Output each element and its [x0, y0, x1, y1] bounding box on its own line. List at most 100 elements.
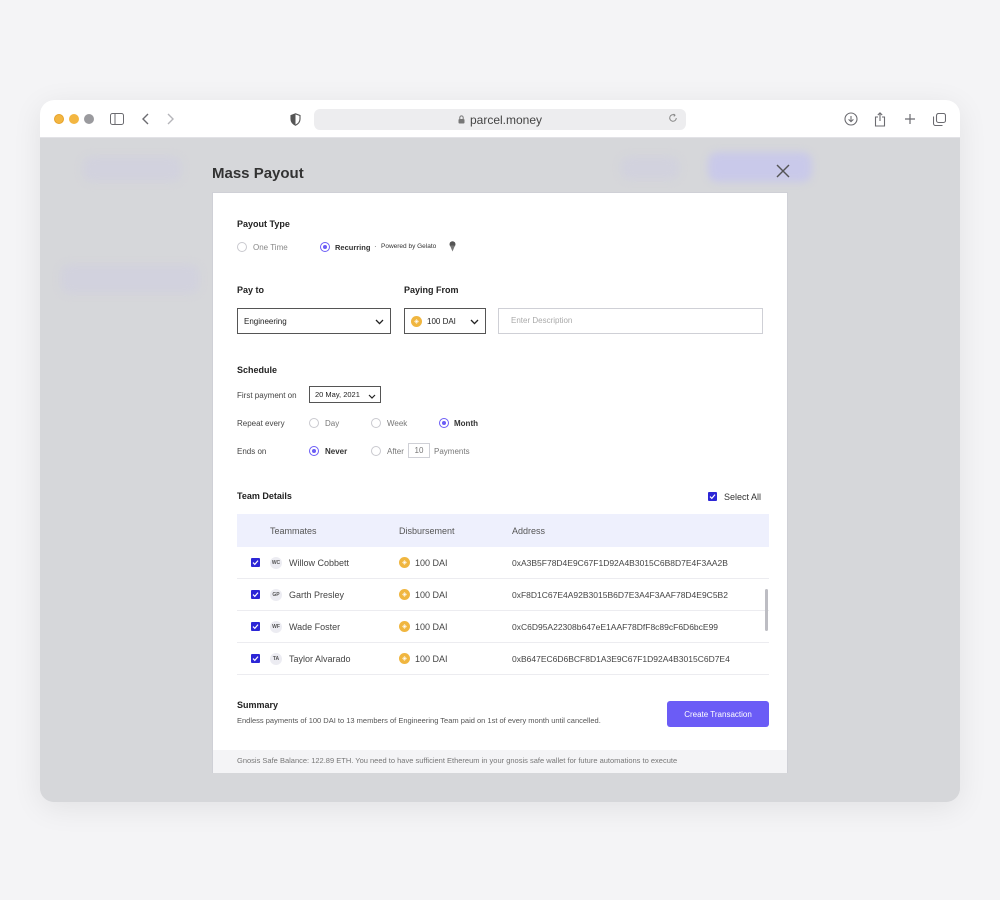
repeat-month-label: Month	[454, 419, 478, 428]
gelato-icon	[449, 241, 456, 254]
mass-payout-modal: Payout Type One Time Recurring · Powered…	[212, 192, 788, 773]
chevron-down-icon	[368, 392, 376, 401]
browser-window: parcel.money Mass Payout Payout Type One…	[40, 100, 960, 802]
payout-type-label: Payout Type	[237, 219, 290, 229]
column-header-teammates: Teammates	[270, 526, 317, 536]
repeat-day-radio[interactable]	[309, 418, 319, 428]
repeat-week-label: Week	[387, 419, 408, 428]
paying-from-select[interactable]: ◈ 100 DAI	[404, 308, 486, 334]
ends-payments-label: Payments	[434, 447, 470, 456]
table-row[interactable]: TA Taylor Alvarado ◈ 100 DAI 0xB647EC6D6…	[237, 643, 769, 675]
wallet-address: 0xC6D95A22308b647eE1AAF78DfF8c89cF6D6bcE…	[512, 622, 719, 632]
pay-to-value: Engineering	[244, 316, 287, 326]
first-payment-date-value: 20 May, 2021	[315, 390, 360, 399]
new-tab-icon[interactable]	[904, 109, 916, 129]
window-close-button[interactable]	[54, 114, 64, 124]
blurred-header-item	[82, 156, 182, 182]
pay-to-select[interactable]: Engineering	[237, 308, 391, 334]
repeat-month-radio[interactable]	[439, 418, 449, 428]
column-header-address: Address	[512, 526, 546, 536]
wallet-address: 0xA3B5F78D4E9C67F1D92A4B3015C6B8D7E4F3AA…	[512, 558, 728, 568]
summary-text: Endless payments of 100 DAI to 13 member…	[237, 716, 601, 725]
ends-never-label: Never	[325, 447, 348, 456]
teammate-name: Garth Presley	[289, 590, 345, 600]
disbursement-amount: 100 DAI	[415, 558, 448, 568]
powered-by-gelato-text: Powered by Gelato	[381, 243, 437, 250]
select-all-label: Select All	[724, 492, 762, 502]
url-text: parcel.money	[469, 112, 543, 127]
ends-never-radio[interactable]	[309, 446, 319, 456]
avatar: GP	[270, 589, 282, 601]
chevron-down-icon	[375, 318, 384, 327]
teammate-name: Wade Foster	[289, 622, 341, 632]
dai-coin-icon: ◈	[411, 315, 422, 327]
dai-coin-icon: ◈	[399, 621, 410, 632]
row-checkbox[interactable]	[251, 590, 260, 599]
avatar: WF	[270, 621, 282, 633]
payout-type-one-time-label: One Time	[253, 243, 288, 252]
payout-type-recurring-label: Recurring	[335, 243, 371, 252]
shield-icon[interactable]	[290, 109, 301, 129]
row-checkbox[interactable]	[251, 558, 260, 567]
powered-by-separator: ·	[374, 242, 377, 251]
schedule-label: Schedule	[237, 365, 278, 375]
ends-after-radio[interactable]	[371, 446, 381, 456]
first-payment-label: First payment on	[237, 391, 297, 400]
payout-type-recurring-radio[interactable]	[320, 242, 330, 252]
create-transaction-button[interactable]: Create Transaction	[667, 701, 769, 727]
repeat-every-label: Repeat every	[237, 419, 285, 428]
table-row[interactable]: GP Garth Presley ◈ 100 DAI 0xF8D1C67E4A9…	[237, 579, 769, 611]
avatar: TA	[270, 653, 282, 665]
row-checkbox[interactable]	[251, 622, 260, 631]
ends-after-count-input[interactable]: 10	[408, 443, 430, 458]
forward-icon[interactable]	[166, 109, 174, 129]
ends-after-label: After	[387, 447, 404, 456]
first-payment-date-select[interactable]: 20 May, 2021	[309, 386, 381, 403]
repeat-week-radio[interactable]	[371, 418, 381, 428]
ends-on-label: Ends on	[237, 447, 267, 456]
modal-title: Mass Payout	[212, 165, 304, 182]
payout-type-one-time-radio[interactable]	[237, 242, 247, 252]
download-icon[interactable]	[844, 109, 858, 129]
blurred-header-button	[708, 152, 812, 182]
sidebar-toggle-icon[interactable]	[110, 109, 124, 129]
summary-label: Summary	[237, 700, 279, 710]
blurred-header-item	[620, 156, 680, 180]
avatar: WC	[270, 557, 282, 569]
chevron-down-icon	[470, 318, 479, 327]
close-icon[interactable]	[774, 162, 792, 180]
select-all-checkbox[interactable]	[708, 492, 717, 501]
disbursement-amount: 100 DAI	[415, 654, 448, 664]
reload-icon[interactable]	[668, 112, 678, 126]
description-input[interactable]: Enter Description	[498, 308, 763, 334]
lock-icon	[458, 113, 465, 127]
wallet-address: 0xB647EC6D6BCF8D1A3E9C67F1D92A4B3015C6D7…	[512, 654, 730, 664]
back-icon[interactable]	[142, 109, 150, 129]
table-row[interactable]: WF Wade Foster ◈ 100 DAI 0xC6D95A22308b6…	[237, 611, 769, 643]
row-checkbox[interactable]	[251, 654, 260, 663]
disbursement-amount: 100 DAI	[415, 590, 448, 600]
gnosis-balance-footer: Gnosis Safe Balance: 122.89 ETH. You nee…	[213, 750, 787, 773]
repeat-day-label: Day	[325, 419, 340, 428]
tabs-overview-icon[interactable]	[933, 109, 946, 129]
table-scrollbar[interactable]	[765, 589, 768, 631]
blurred-sidebar-item	[60, 264, 200, 294]
teammate-name: Taylor Alvarado	[289, 654, 351, 664]
team-table-header: Teammates Disbursement Address	[237, 514, 769, 547]
column-header-disbursement: Disbursement	[399, 526, 455, 536]
wallet-address: 0xF8D1C67E4A92B3015B6D7E3A4F3AAF78D4E9C5…	[512, 590, 728, 600]
paying-from-value: 100 DAI	[427, 316, 456, 326]
window-minimize-button[interactable]	[69, 114, 79, 124]
table-row[interactable]: WC Willow Cobbett ◈ 100 DAI 0xA3B5F78D4E…	[237, 547, 769, 579]
dai-coin-icon: ◈	[399, 653, 410, 664]
browser-toolbar: parcel.money	[40, 100, 960, 138]
paying-from-label: Paying From	[404, 285, 459, 295]
disbursement-amount: 100 DAI	[415, 622, 448, 632]
pay-to-label: Pay to	[237, 285, 265, 295]
dai-coin-icon: ◈	[399, 557, 410, 568]
team-details-label: Team Details	[237, 491, 292, 501]
address-bar[interactable]: parcel.money	[314, 109, 686, 130]
share-icon[interactable]	[874, 109, 886, 129]
window-zoom-button[interactable]	[84, 114, 94, 124]
dai-coin-icon: ◈	[399, 589, 410, 600]
